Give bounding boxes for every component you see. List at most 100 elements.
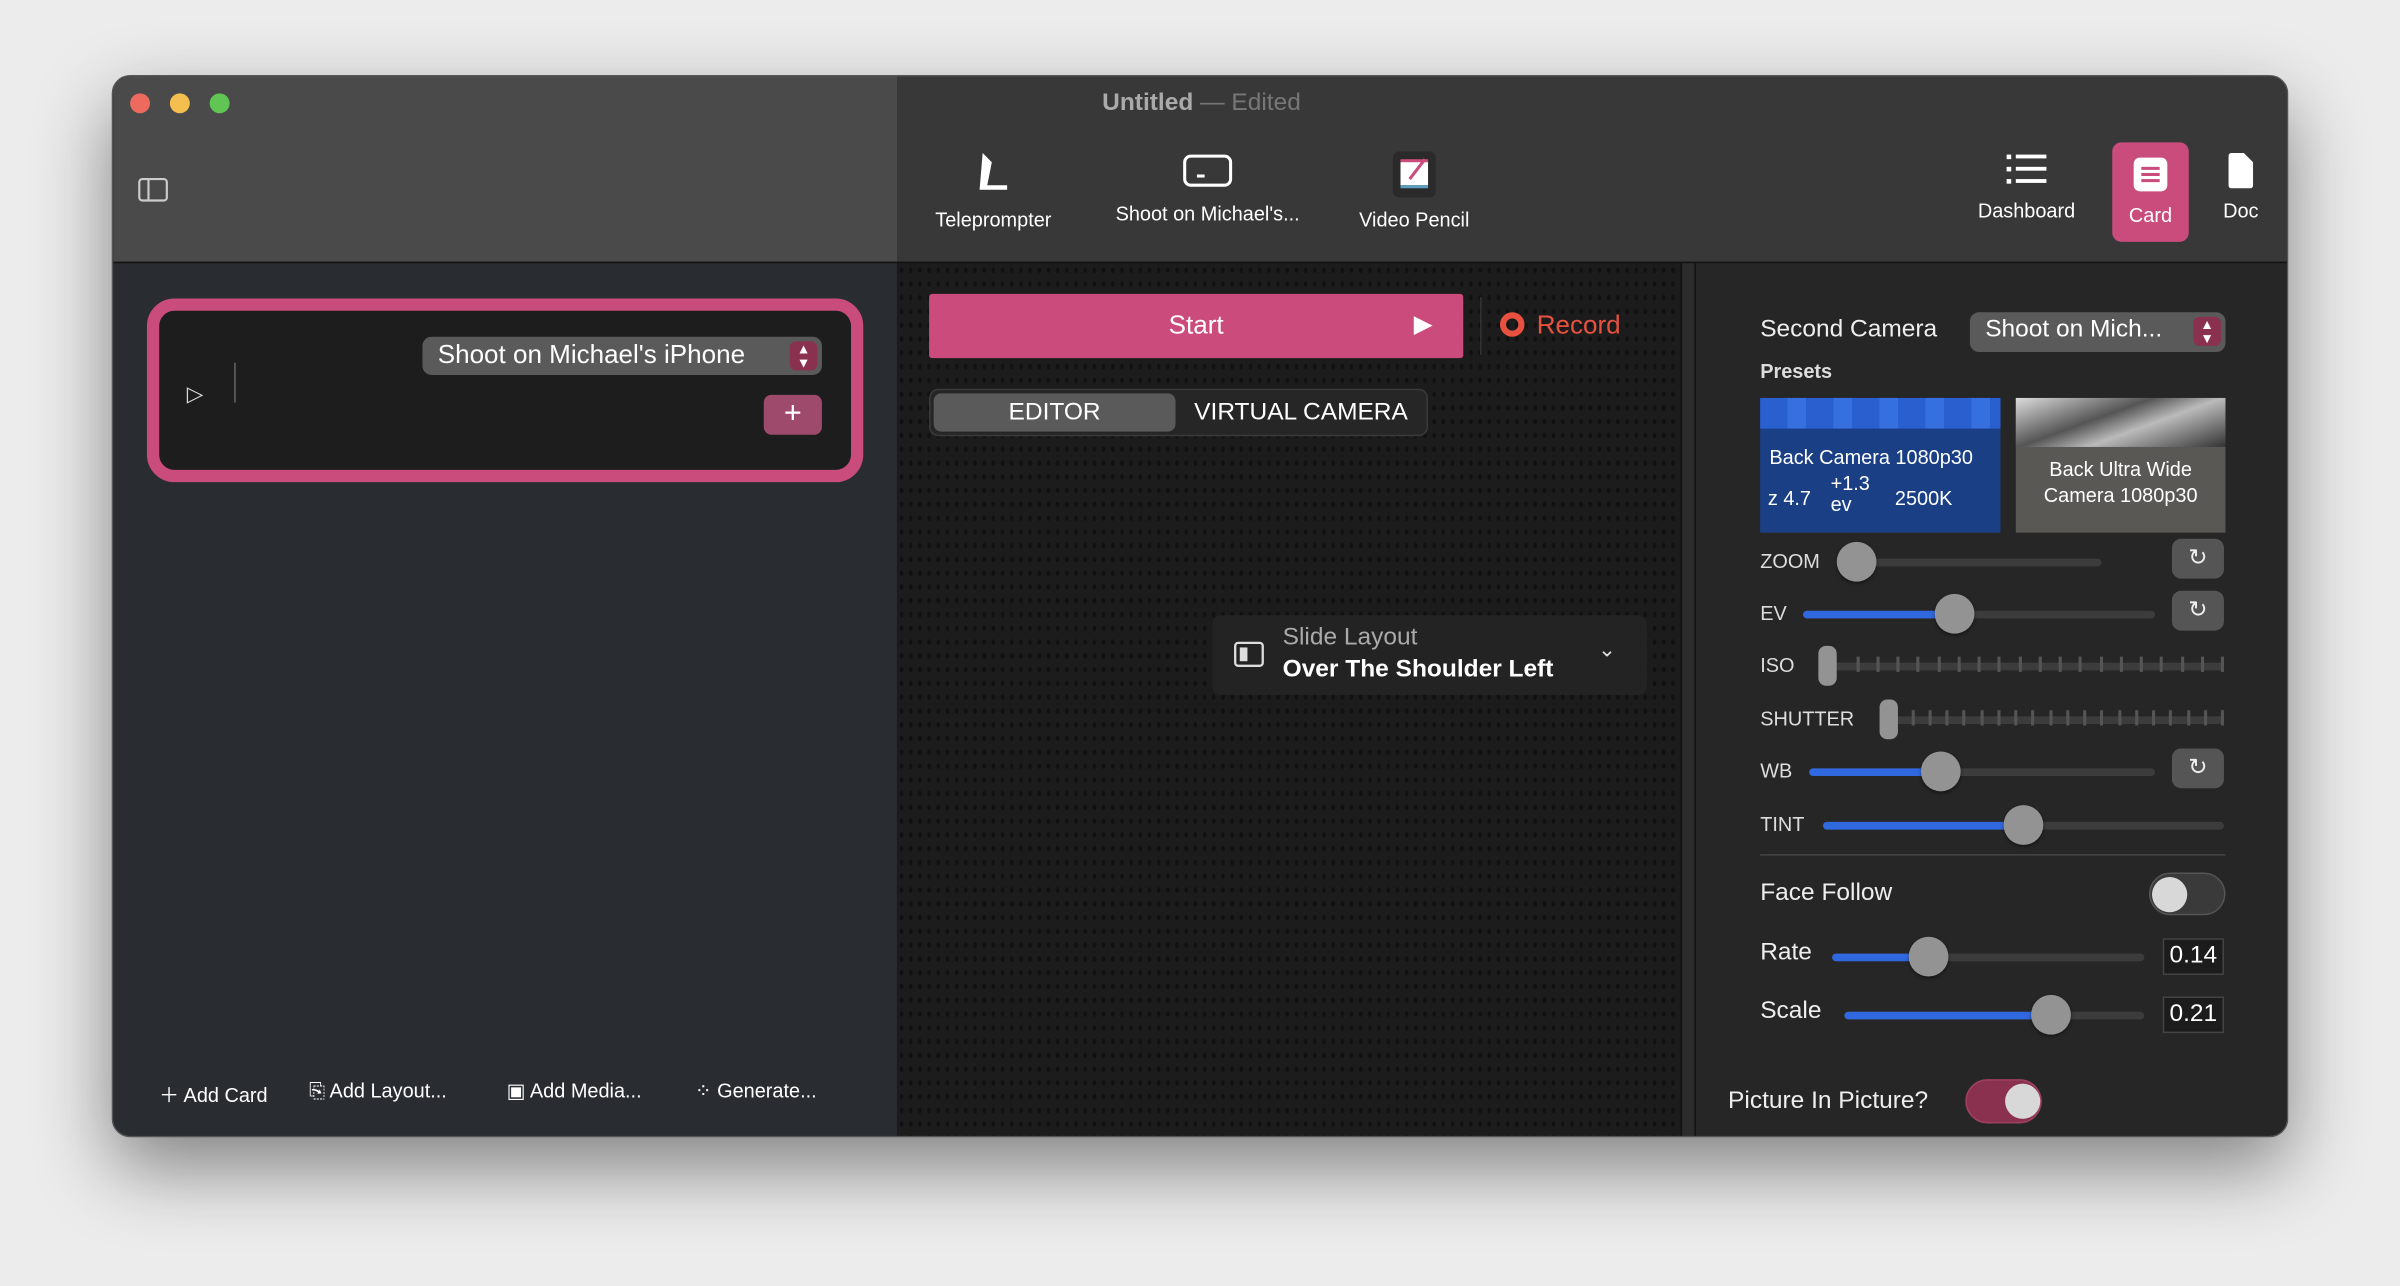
bottom-label: Generate... xyxy=(717,1079,817,1103)
bottom-label: Add Card xyxy=(183,1083,268,1107)
face-follow-toggle[interactable] xyxy=(2148,872,2226,916)
record-button[interactable]: Record xyxy=(1499,311,1621,342)
slider-thumb[interactable] xyxy=(2003,805,2044,845)
scale-row: Scale 0.21 xyxy=(1696,994,2287,1035)
teleprompter-icon xyxy=(979,153,1008,190)
card-list-panel: Shoot on Michael's iPhone ▲ ▼ ▷ + ＋ Add C… xyxy=(113,263,897,1136)
slider-row-tint: TINT xyxy=(1696,805,2287,845)
preset-back-camera[interactable]: Back Camera 1080p30 z 4.7 +1.3 ev 2500K xyxy=(1760,397,2001,533)
magic-wand-icon: ⁘ xyxy=(694,1079,712,1103)
slide-layout-value: Over The Shoulder Left xyxy=(1282,656,1554,683)
add-card-button[interactable]: ＋ Add Card xyxy=(159,1079,267,1108)
slider-label: WB xyxy=(1760,759,1793,783)
divider xyxy=(1760,854,2226,856)
preview-panel: Start ▶ Record EDITOR VIRTUAL CAMERA Slid… xyxy=(896,263,1681,1136)
plus-icon: ＋ xyxy=(159,1083,180,1107)
slider-thumb[interactable] xyxy=(2031,994,2072,1035)
second-camera-select[interactable]: Shoot on Mich... ▲ ▼ xyxy=(1969,312,2226,353)
toolbar-label: Card xyxy=(2128,203,2173,227)
window-title: Untitled — Edited xyxy=(113,90,2286,118)
card-icon xyxy=(2133,157,2168,192)
tint-slider[interactable] xyxy=(1822,805,2224,845)
slider-label: ISO xyxy=(1760,653,1795,677)
chevron-down-icon: ⌄ xyxy=(1597,636,1616,662)
slider-row-shutter: SHUTTER xyxy=(1696,699,2287,740)
ev-slider[interactable] xyxy=(1803,593,2156,634)
mode-tabs: EDITOR VIRTUAL CAMERA xyxy=(929,388,1429,437)
list-icon xyxy=(2006,154,2047,184)
sidebar-toggle-icon[interactable] xyxy=(138,178,169,210)
toolbar-label: Shoot on Michael's... xyxy=(1115,202,1300,225)
toolbar-label: Doc xyxy=(2223,198,2259,222)
rate-value-field[interactable]: 0.14 xyxy=(2162,938,2224,975)
preset-wb: 2500K xyxy=(1894,486,1953,510)
reset-icon[interactable]: ↻ xyxy=(2171,590,2224,631)
slider-thumb[interactable] xyxy=(1909,936,1949,977)
slider-row-ev: EV ↻ xyxy=(1696,590,2287,634)
pip-toggle[interactable] xyxy=(1965,1079,2042,1124)
add-media-button[interactable]: ▣ Add Media... xyxy=(507,1079,642,1103)
inspector-panel: Second Camera Shoot on Mich... ▲ ▼ Presets… xyxy=(1695,263,2287,1136)
video-pencil-button[interactable]: Video Pencil xyxy=(1338,144,1491,242)
preset-name: Back Camera 1080p30 xyxy=(1769,445,1973,469)
panel-divider[interactable] xyxy=(1680,263,1696,1136)
face-follow-label: Face Follow xyxy=(1760,880,1893,907)
toolbar-label: Video Pencil xyxy=(1359,208,1470,232)
doc-button[interactable]: Doc xyxy=(2210,144,2271,242)
shutter-slider[interactable] xyxy=(1879,699,2224,740)
layout-icon xyxy=(1234,641,1264,667)
bottom-label: Add Layout... xyxy=(329,1079,447,1103)
rate-label: Rate xyxy=(1760,939,1812,966)
preset-ultra-wide[interactable]: Back Ultra Wide Camera 1080p30 xyxy=(2015,397,2226,533)
second-camera-value: Shoot on Mich... xyxy=(1985,316,2163,343)
slider-thumb[interactable] xyxy=(1920,751,1961,792)
iso-slider[interactable] xyxy=(1818,645,2224,686)
tab-editor[interactable]: EDITOR xyxy=(933,393,1176,432)
shoot-on-phone-button[interactable]: Shoot on Michael's... xyxy=(1093,144,1323,242)
rate-slider[interactable] xyxy=(1832,936,2145,977)
generate-button[interactable]: ⁘ Generate... xyxy=(695,1079,817,1103)
pip-label: Picture In Picture? xyxy=(1728,1088,1929,1115)
play-icon[interactable]: ▷ xyxy=(187,381,204,407)
wb-slider[interactable] xyxy=(1809,751,2156,792)
scale-value-field[interactable]: 0.21 xyxy=(2162,996,2224,1034)
add-button[interactable]: + xyxy=(763,394,822,435)
slider-label: SHUTTER xyxy=(1760,707,1855,731)
teleprompter-button[interactable]: Teleprompter xyxy=(917,144,1070,242)
divider xyxy=(1480,296,1482,356)
slide-layout-select[interactable]: Slide Layout Over The Shoulder Left ⌄ xyxy=(1212,615,1647,695)
slider-thumb[interactable] xyxy=(1879,699,1898,740)
rate-row: Rate 0.14 xyxy=(1696,936,2287,977)
card-button[interactable]: Card xyxy=(2112,142,2189,242)
add-layout-button[interactable]: ⎘ Add Layout... xyxy=(309,1079,447,1103)
dashboard-button[interactable]: Dashboard xyxy=(1965,144,2087,242)
app-window: Untitled — Edited Teleprompter Shoot on … xyxy=(111,74,2289,1138)
slider-thumb[interactable] xyxy=(1818,645,1837,686)
title-bar: Untitled — Edited Teleprompter Shoot on … xyxy=(113,76,2287,264)
reset-icon[interactable]: ↻ xyxy=(2171,538,2224,579)
slider-thumb[interactable] xyxy=(1836,541,1877,582)
record-icon xyxy=(1499,312,1525,337)
preset-thumbnail xyxy=(1760,397,2001,429)
add-media-icon: ▣ xyxy=(506,1079,526,1103)
preset-name: Back Ultra Wide xyxy=(2049,457,2192,481)
zoom-slider[interactable] xyxy=(1836,541,2102,582)
slider-row-iso: ISO xyxy=(1696,645,2287,686)
presets-label: Presets xyxy=(1760,359,1833,383)
slider-row-zoom: ZOOM ↻ xyxy=(1696,538,2287,582)
card-camera-select[interactable]: Shoot on Michael's iPhone ▲ ▼ xyxy=(422,336,822,375)
scale-slider[interactable] xyxy=(1844,994,2145,1035)
toolbar-label: Dashboard xyxy=(1977,198,2076,222)
title-status: Edited xyxy=(1231,90,1301,117)
preset-thumbnail xyxy=(2015,397,2226,447)
tab-virtual-camera[interactable]: VIRTUAL CAMERA xyxy=(1179,393,1424,431)
slider-thumb[interactable] xyxy=(1934,593,1975,634)
preset-ev-unit: ev xyxy=(1830,492,1852,516)
slider-label: EV xyxy=(1760,601,1787,625)
slider-label: TINT xyxy=(1760,812,1805,836)
reset-icon[interactable]: ↻ xyxy=(2171,748,2224,789)
card-item[interactable]: Shoot on Michael's iPhone ▲ ▼ ▷ + xyxy=(146,298,864,483)
start-button[interactable]: Start ▶ xyxy=(929,293,1464,359)
preset-name: Camera 1080p30 xyxy=(2043,483,2198,507)
slide-layout-label: Slide Layout xyxy=(1282,624,1418,651)
